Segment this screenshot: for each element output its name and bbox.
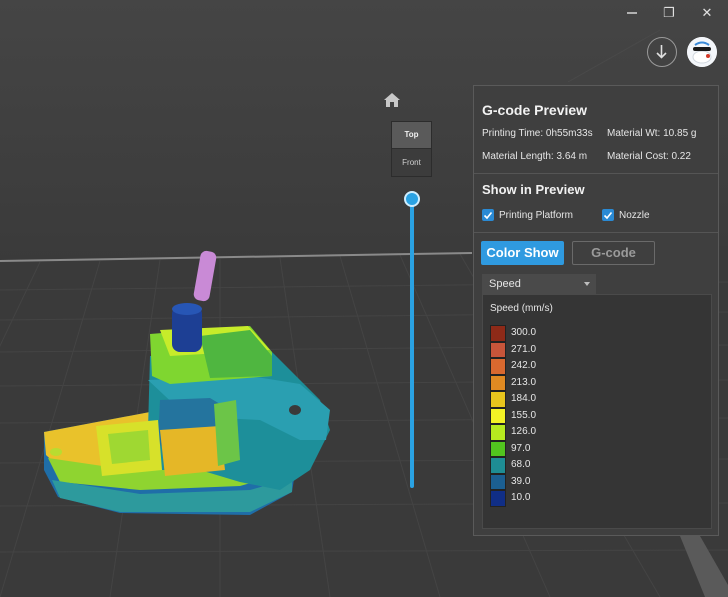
legend-value: 97.0 (511, 442, 531, 454)
legend-swatch (490, 473, 506, 490)
close-button[interactable]: ✕ (699, 5, 715, 21)
avatar[interactable] (687, 37, 717, 67)
minimize-icon (627, 12, 637, 14)
check-icon (482, 209, 494, 221)
restore-button[interactable]: ❐ (661, 5, 677, 21)
legend-swatch (490, 490, 506, 507)
legend-swatch (490, 374, 506, 391)
legend-swatch (490, 325, 506, 342)
minimize-button[interactable] (624, 5, 640, 21)
legend-swatch (490, 457, 506, 474)
legend-value: 300.0 (511, 327, 537, 338)
legend-value: 126.0 (511, 426, 537, 437)
dropdown-selected-value: Speed (489, 278, 521, 290)
legend-value: 271.0 (511, 343, 537, 355)
legend-swatch (490, 341, 506, 358)
view-front-face[interactable]: Front (392, 149, 431, 177)
legend-value: 213.0 (511, 376, 537, 388)
layer-slider[interactable] (404, 191, 420, 491)
chevron-down-icon (584, 282, 590, 286)
tab-gcode[interactable]: G-code (572, 241, 655, 265)
material-weight: Material Wt: 10.85 g (607, 128, 697, 139)
printing-platform-label: Printing Platform (499, 209, 573, 221)
material-cost: Material Cost: 0.22 (607, 151, 691, 162)
legend-value: 39.0 (511, 475, 531, 487)
check-icon (602, 209, 614, 221)
legend-swatch (490, 440, 506, 457)
legend-value: 242.0 (511, 360, 537, 371)
nozzle-label: Nozzle (619, 209, 650, 221)
legend-swatch (490, 358, 506, 375)
legend-title: Speed (mm/s) (490, 303, 553, 314)
nozzle-checkbox[interactable]: Nozzle (602, 209, 650, 221)
legend-value: 155.0 (511, 409, 537, 421)
legend-swatch (490, 391, 506, 408)
divider (474, 232, 718, 233)
printing-platform-checkbox[interactable]: Printing Platform (482, 209, 573, 221)
tab-color-show[interactable]: Color Show (481, 241, 564, 265)
legend-value: 10.0 (511, 492, 531, 503)
panel-title: G-code Preview (482, 102, 588, 118)
home-button[interactable] (383, 92, 401, 108)
view-top-face[interactable]: Top (392, 122, 431, 149)
color-scheme-dropdown[interactable]: Speed (482, 274, 596, 294)
home-icon (384, 93, 400, 107)
layer-slider-handle[interactable] (404, 191, 420, 207)
speed-legend: Speed (mm/s) 300.0 271.0 242.0 213.0 184.0 15… (482, 294, 712, 529)
layer-slider-track[interactable] (410, 198, 414, 488)
view-cube[interactable]: Top Front (391, 121, 432, 177)
avatar-icon (687, 37, 717, 67)
legend-value: 68.0 (511, 459, 531, 470)
legend-swatch (490, 424, 506, 441)
download-icon (656, 45, 667, 59)
show-in-preview-title: Show in Preview (482, 182, 585, 197)
legend-swatch (490, 407, 506, 424)
download-button[interactable] (647, 37, 677, 67)
divider (474, 173, 718, 174)
material-length: Material Length: 3.64 m (482, 151, 588, 162)
legend-value: 184.0 (511, 393, 537, 404)
printing-time: Printing Time: 0h55m33s (482, 128, 593, 139)
gcode-preview-panel: G-code Preview Printing Time: 0h55m33s M… (473, 85, 719, 536)
